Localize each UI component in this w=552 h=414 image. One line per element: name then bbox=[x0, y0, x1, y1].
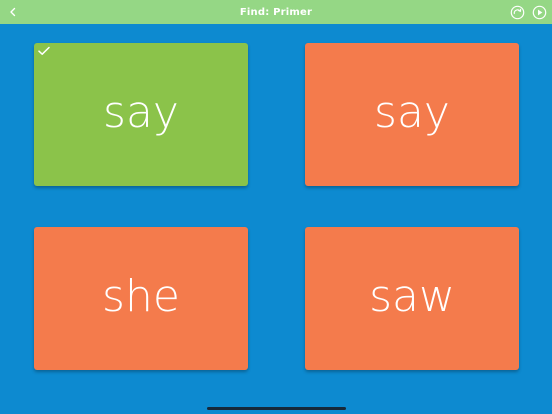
word-card[interactable]: she bbox=[34, 227, 248, 370]
top-bar: Find: Primer bbox=[0, 0, 552, 24]
card-word: say bbox=[374, 86, 450, 138]
checkmark-icon bbox=[38, 46, 50, 55]
home-indicator[interactable] bbox=[207, 407, 346, 410]
skip-button[interactable] bbox=[508, 3, 526, 21]
card-word: saw bbox=[369, 270, 455, 322]
play-button[interactable] bbox=[530, 3, 548, 21]
back-button[interactable] bbox=[4, 3, 22, 21]
skip-forward-circle-icon bbox=[510, 5, 524, 19]
app-screen: Find: Primer say say she saw bbox=[0, 0, 552, 414]
card-word: she bbox=[102, 270, 180, 322]
chevron-left-icon bbox=[10, 7, 16, 17]
card-word: say bbox=[103, 86, 179, 138]
page-title: Find: Primer bbox=[239, 6, 313, 18]
word-card-correct[interactable]: say bbox=[34, 43, 248, 186]
word-card[interactable]: say bbox=[305, 43, 519, 186]
play-circle-icon bbox=[532, 5, 546, 19]
word-card[interactable]: saw bbox=[305, 227, 519, 370]
